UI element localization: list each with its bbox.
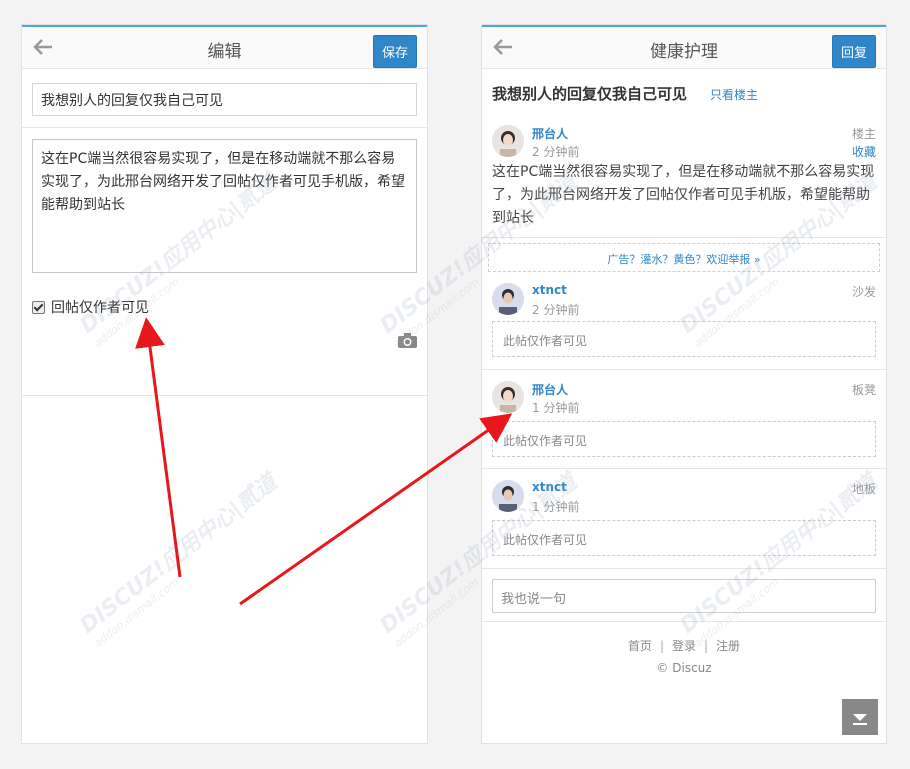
annotation-arrows	[135, 317, 513, 606]
arrow-to-hidden-reply	[239, 413, 513, 606]
arrow-to-checkbox	[135, 317, 182, 578]
